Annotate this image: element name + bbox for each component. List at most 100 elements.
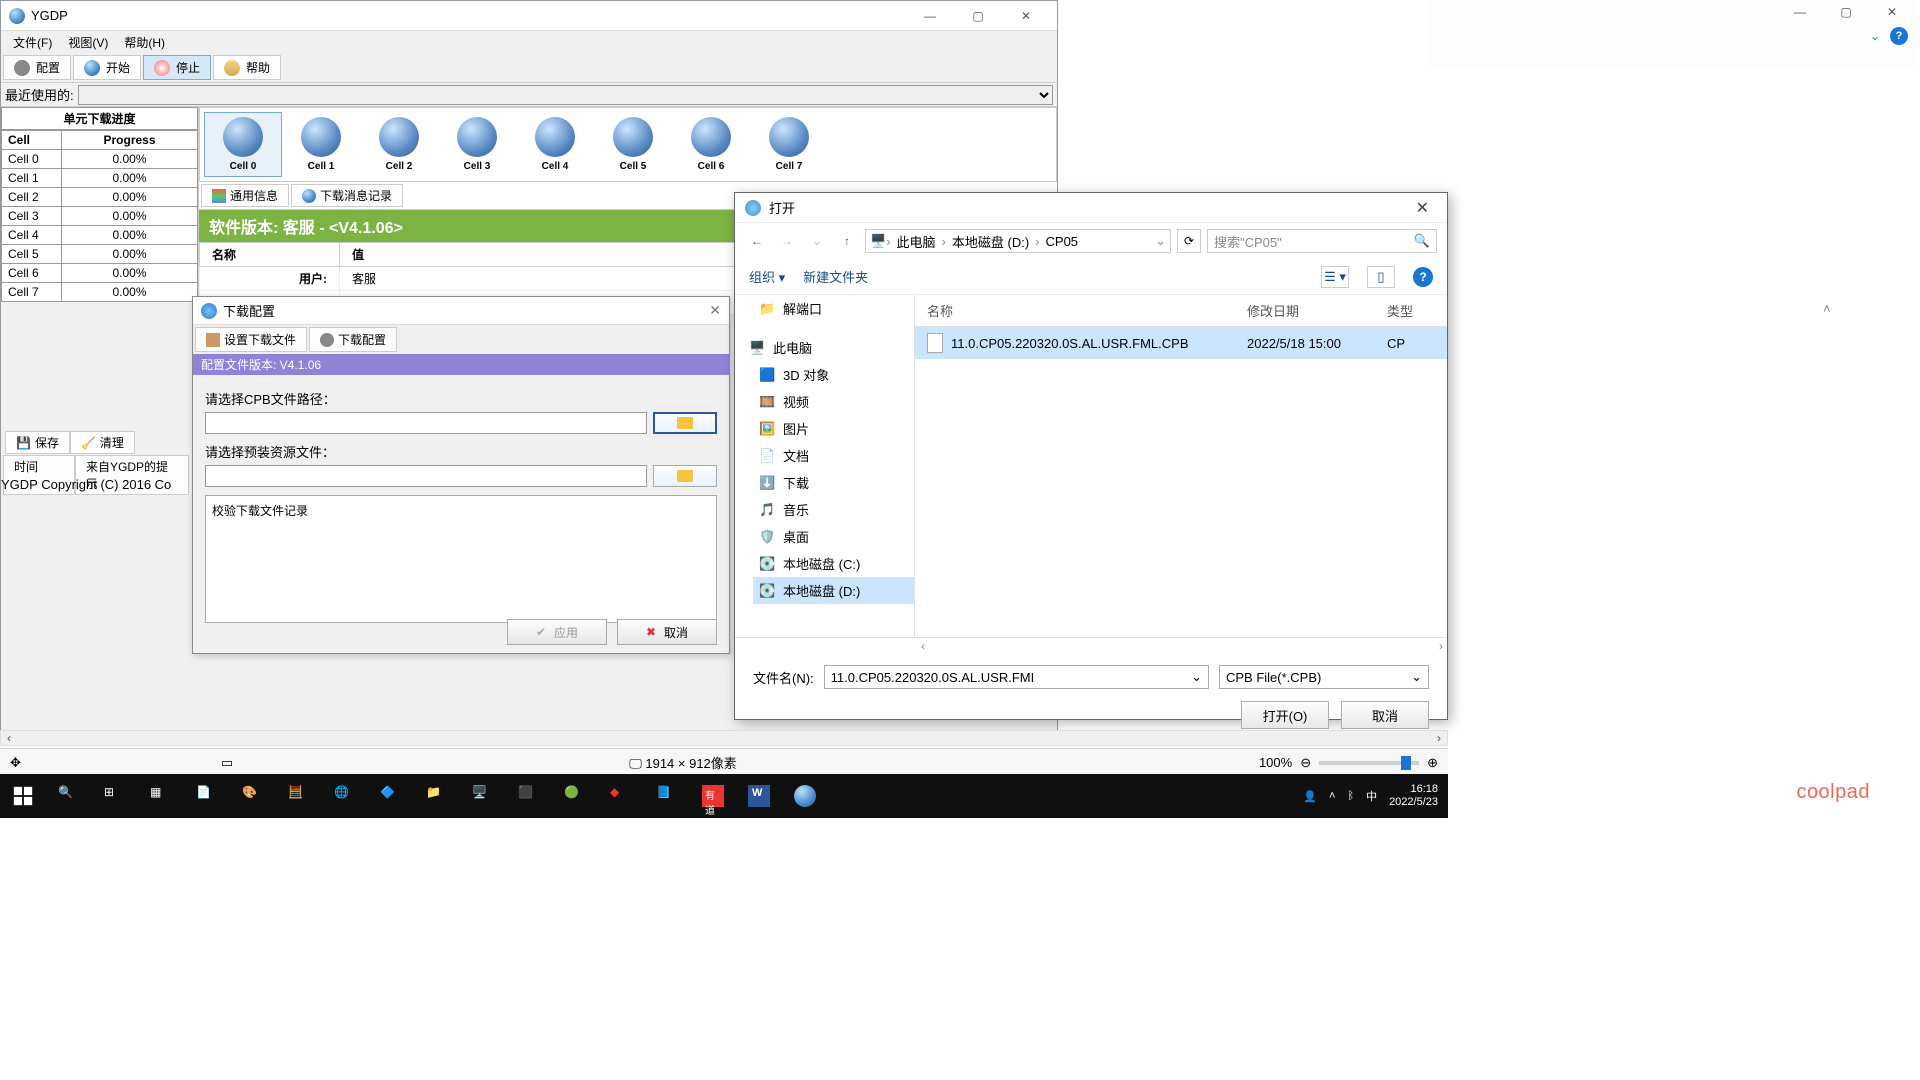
search-button[interactable]: 🔍 xyxy=(46,774,92,818)
bg-chevron-icon[interactable]: ⌄ xyxy=(1870,29,1880,43)
taskbar-app[interactable]: 🟢 xyxy=(552,774,598,818)
taskbar-app[interactable]: 🖥️ xyxy=(460,774,506,818)
preinstall-path-input[interactable] xyxy=(205,465,647,487)
taskbar-app[interactable]: 🔷 xyxy=(368,774,414,818)
nav-forward-button[interactable]: → xyxy=(775,229,799,253)
cancel-button[interactable]: ✖取消 xyxy=(617,619,717,645)
tab-download-log[interactable]: 下载消息记录 xyxy=(291,184,403,207)
minimize-button[interactable]: — xyxy=(907,4,953,28)
tree-item[interactable]: 🖥️此电脑 xyxy=(743,334,914,361)
help-button[interactable]: 帮助 xyxy=(213,55,281,80)
taskbar-app[interactable]: 🎨 xyxy=(230,774,276,818)
breadcrumb[interactable]: 🖥️ › 此电脑 › 本地磁盘 (D:) › CP05 ⌄ xyxy=(865,229,1171,253)
zoom-slider[interactable] xyxy=(1319,761,1419,765)
taskbar-youdao[interactable]: 有道 xyxy=(690,774,736,818)
taskbar-app[interactable]: ◆ xyxy=(598,774,644,818)
crumb-segment[interactable]: 此电脑 xyxy=(891,232,942,251)
bluetooth-icon[interactable]: ᛒ xyxy=(1347,790,1354,802)
cell-slot-1[interactable]: Cell 1 xyxy=(282,112,360,177)
preview-pane-button[interactable]: ▯ xyxy=(1367,266,1395,288)
stop-button[interactable]: 停止 xyxy=(143,55,211,80)
filename-combobox[interactable]: 11.0.CP05.220320.0S.AL.USR.FMI⌄ xyxy=(824,665,1209,689)
nav-up-button[interactable]: ↑ xyxy=(835,229,859,253)
tab-general-info[interactable]: 通用信息 xyxy=(201,184,289,207)
app-grid-icon[interactable]: ▦ xyxy=(138,774,184,818)
start-button[interactable] xyxy=(0,774,46,818)
taskbar-chrome[interactable]: 🌐 xyxy=(322,774,368,818)
nav-recent-button[interactable]: ⌄ xyxy=(805,229,829,253)
tray-expand-icon[interactable]: ˄ xyxy=(1329,790,1335,802)
cpb-browse-button[interactable] xyxy=(653,412,717,434)
crumb-segment[interactable]: 本地磁盘 (D:) xyxy=(946,232,1035,251)
menu-file[interactable]: 文件(F) xyxy=(5,32,60,53)
move-tool-icon[interactable]: ✥ xyxy=(10,755,21,771)
tree-item[interactable]: ⬇️下载 xyxy=(753,469,914,496)
cell-slot-2[interactable]: Cell 2 xyxy=(360,112,438,177)
crop-tool-icon[interactable]: ▭ xyxy=(221,755,233,771)
file-row[interactable]: 11.0.CP05.220320.0S.AL.USR.FML.CPB 2022/… xyxy=(915,327,1447,359)
ime-indicator[interactable]: 中 xyxy=(1366,788,1377,804)
cell-slot-5[interactable]: Cell 5 xyxy=(594,112,672,177)
menu-help[interactable]: 帮助(H) xyxy=(116,32,173,53)
tree-item[interactable]: 🎞️视频 xyxy=(753,388,914,415)
config-button[interactable]: 配置 xyxy=(3,55,71,80)
people-icon[interactable]: 👤 xyxy=(1303,790,1317,803)
tree-item[interactable]: 💽本地磁盘 (C:) xyxy=(753,550,914,577)
close-button[interactable]: ✕ xyxy=(1003,4,1049,28)
dialog-close-button[interactable]: ✕ xyxy=(709,302,721,319)
tree-item[interactable]: 💽本地磁盘 (D:) xyxy=(753,577,914,604)
log-tab-clean[interactable]: 🧹清理 xyxy=(70,431,135,454)
open-button[interactable]: 打开(O) xyxy=(1241,701,1329,729)
tree-item[interactable]: 🖼️图片 xyxy=(753,415,914,442)
log-tab-save[interactable]: 💾保存 xyxy=(5,431,70,454)
taskbar-app[interactable]: 📘 xyxy=(644,774,690,818)
cell-slot-4[interactable]: Cell 4 xyxy=(516,112,594,177)
start-button[interactable]: 开始 xyxy=(73,55,141,80)
col-type[interactable]: 类型 xyxy=(1375,295,1425,326)
preinstall-browse-button[interactable] xyxy=(653,465,717,487)
view-mode-button[interactable]: ☰ ▾ xyxy=(1321,266,1349,288)
file-dialog-close-button[interactable]: ✕ xyxy=(1408,198,1437,218)
refresh-button[interactable]: ⟳ xyxy=(1177,229,1201,253)
apply-button[interactable]: ✔应用 xyxy=(507,619,607,645)
bg-close[interactable]: ✕ xyxy=(1872,2,1912,22)
task-view-button[interactable]: ⊞ xyxy=(92,774,138,818)
filter-combobox[interactable]: CPB File(*.CPB)⌄ xyxy=(1219,665,1429,689)
taskbar-word[interactable]: W xyxy=(736,774,782,818)
tree-item[interactable]: 📁解端口 xyxy=(753,295,914,322)
bg-help-icon[interactable]: ? xyxy=(1890,27,1908,45)
tree-item[interactable]: 🎵音乐 xyxy=(753,496,914,523)
cell-slot-6[interactable]: Cell 6 xyxy=(672,112,750,177)
nav-back-button[interactable]: ← xyxy=(745,229,769,253)
viewer-hscroll[interactable]: ‹› xyxy=(0,730,1448,746)
tree-item[interactable]: 🟦3D 对象 xyxy=(753,361,914,388)
tab-set-download-file[interactable]: 设置下载文件 xyxy=(195,327,307,352)
zoom-in-button[interactable]: ⊕ xyxy=(1427,755,1438,771)
recent-dropdown[interactable] xyxy=(78,85,1053,105)
help-icon[interactable]: ? xyxy=(1413,267,1433,287)
zoom-out-button[interactable]: ⊖ xyxy=(1300,755,1311,771)
new-folder-button[interactable]: 新建文件夹 xyxy=(803,267,868,286)
taskbar-app[interactable]: 📄 xyxy=(184,774,230,818)
maximize-button[interactable]: ▢ xyxy=(955,4,1001,28)
bg-maximize[interactable]: ▢ xyxy=(1826,2,1866,22)
tab-download-options[interactable]: 下载配置 xyxy=(309,327,397,352)
search-input[interactable]: 搜索"CP05" 🔍 xyxy=(1207,229,1437,253)
taskbar-ygdp[interactable] xyxy=(782,774,828,818)
file-list-hscroll[interactable]: ‹› xyxy=(735,637,1447,653)
chevron-down-icon[interactable]: ⌄ xyxy=(1155,233,1166,249)
tree-item[interactable]: 📄文档 xyxy=(753,442,914,469)
taskbar-terminal[interactable]: ⬛ xyxy=(506,774,552,818)
tree-item[interactable]: 🛡️桌面 xyxy=(753,523,914,550)
col-name[interactable]: 名称 ˄ xyxy=(915,295,1235,326)
cpb-path-input[interactable] xyxy=(205,412,647,434)
bg-minimize[interactable]: — xyxy=(1780,2,1820,22)
taskbar-app[interactable]: 🧮 xyxy=(276,774,322,818)
crumb-segment[interactable]: CP05 xyxy=(1040,234,1085,249)
cell-slot-7[interactable]: Cell 7 xyxy=(750,112,828,177)
clock[interactable]: 16:18 2022/5/23 xyxy=(1389,783,1438,809)
col-date[interactable]: 修改日期 xyxy=(1235,295,1375,326)
menu-view[interactable]: 视图(V) xyxy=(60,32,116,53)
taskbar-explorer[interactable]: 📁 xyxy=(414,774,460,818)
cell-slot-3[interactable]: Cell 3 xyxy=(438,112,516,177)
